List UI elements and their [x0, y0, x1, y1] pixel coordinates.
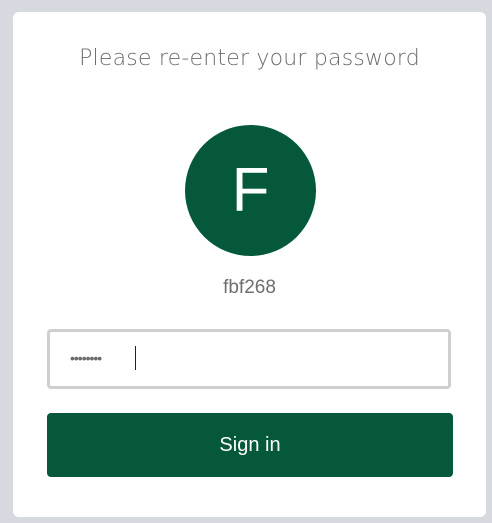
username-label: fbf268: [223, 277, 276, 298]
reauth-dialog: Please re-enter your password F fbf268 •…: [13, 12, 486, 517]
background-strip: [0, 0, 492, 12]
avatar-initial: F: [231, 155, 270, 225]
user-avatar: F: [185, 125, 316, 256]
password-masked-value: ••••••••: [70, 350, 102, 366]
password-input[interactable]: ••••••••: [47, 329, 451, 389]
sign-in-label: Sign in: [219, 433, 281, 456]
dialog-title: Please re-enter your password: [79, 46, 420, 71]
sign-in-button[interactable]: Sign in: [47, 413, 453, 477]
text-caret: [135, 346, 136, 370]
